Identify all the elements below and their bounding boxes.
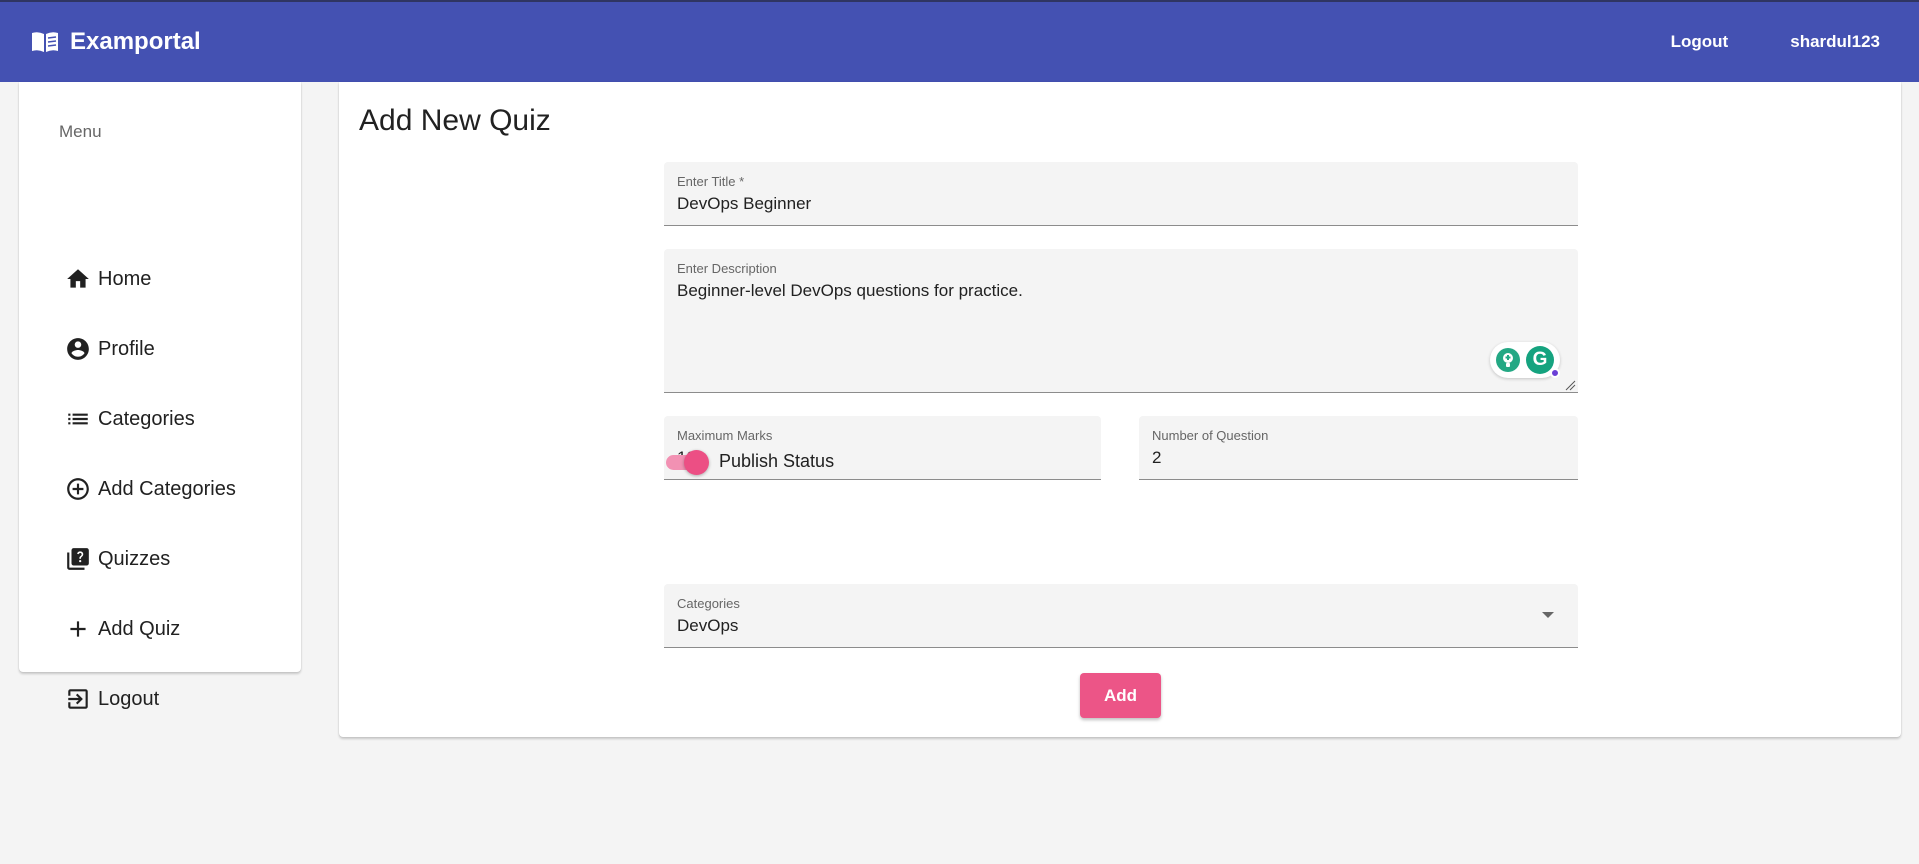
- sidebar-item-label: Quizzes: [98, 547, 171, 570]
- sidebar-item-label: Categories: [98, 407, 195, 430]
- home-icon: [64, 265, 92, 293]
- title-field-label: Enter Title *: [677, 174, 745, 189]
- description-field[interactable]: Enter Description Beginner-level DevOps …: [664, 249, 1578, 393]
- sidebar-item-label: Add Categories: [98, 477, 236, 500]
- max-marks-label: Maximum Marks: [677, 428, 773, 443]
- logout-button[interactable]: Logout: [1671, 32, 1729, 52]
- book-icon: [30, 29, 60, 55]
- add-icon: [64, 615, 92, 643]
- logout-icon: [64, 685, 92, 713]
- description-textarea[interactable]: Beginner-level DevOps questions for prac…: [677, 281, 1023, 301]
- categories-label: Categories: [677, 596, 740, 611]
- page-title: Add New Quiz: [359, 104, 551, 137]
- sidebar-item-add-quiz[interactable]: Add Quiz: [64, 609, 180, 649]
- toggle-thumb[interactable]: [684, 450, 709, 475]
- num-questions-label: Number of Question: [1152, 428, 1269, 443]
- add-quiz-submit-button[interactable]: Add: [1080, 673, 1161, 718]
- sidebar-item-label: Add Quiz: [98, 617, 181, 640]
- top-toolbar: Examportal Logout shardul123: [0, 0, 1919, 82]
- sidebar-item-label: Home: [98, 267, 152, 290]
- sidebar-item-logout[interactable]: Logout: [64, 679, 159, 719]
- sidebar-menu-title: Menu: [59, 122, 102, 141]
- grammarly-widget[interactable]: G: [1490, 342, 1560, 378]
- title-input[interactable]: DevOps Beginner: [677, 194, 811, 214]
- sidebar: Menu Home Profile Categories Add Categor…: [19, 82, 301, 710]
- description-field-label: Enter Description: [677, 261, 777, 276]
- user-profile-button[interactable]: shardul123: [1790, 32, 1880, 52]
- grammarly-suggestion-icon[interactable]: [1496, 348, 1520, 372]
- list-icon: [64, 405, 92, 433]
- sidebar-item-home[interactable]: Home: [64, 259, 151, 299]
- num-questions-input[interactable]: 2: [1152, 448, 1161, 468]
- resize-handle-icon[interactable]: [1564, 378, 1576, 391]
- categories-select[interactable]: Categories DevOps: [664, 584, 1578, 648]
- sidebar-item-profile[interactable]: Profile: [64, 329, 155, 369]
- brand[interactable]: Examportal: [30, 28, 201, 56]
- quiz-icon: [64, 545, 92, 573]
- account-circle-icon: [64, 335, 92, 363]
- sidebar-item-categories[interactable]: Categories: [64, 399, 195, 439]
- publish-status-toggle[interactable]: [664, 447, 710, 477]
- sidebar-item-add-categories[interactable]: Add Categories: [64, 469, 236, 509]
- publish-status-label: Publish Status: [719, 451, 835, 471]
- add-quiz-card: Add New Quiz Enter Title * DevOps Beginn…: [339, 82, 1901, 737]
- app-title: Examportal: [70, 28, 201, 55]
- num-questions-field[interactable]: Number of Question 2: [1139, 416, 1578, 480]
- add-circle-outline-icon: [64, 475, 92, 503]
- sidebar-item-label: Profile: [98, 337, 155, 360]
- chevron-down-icon[interactable]: [1542, 612, 1554, 618]
- grammarly-status-dot: [1550, 368, 1560, 378]
- sidebar-item-quizzes[interactable]: Quizzes: [64, 539, 170, 579]
- title-field[interactable]: Enter Title * DevOps Beginner: [664, 162, 1578, 226]
- categories-selected-value: DevOps: [677, 616, 739, 635]
- sidebar-item-label: Logout: [98, 687, 160, 710]
